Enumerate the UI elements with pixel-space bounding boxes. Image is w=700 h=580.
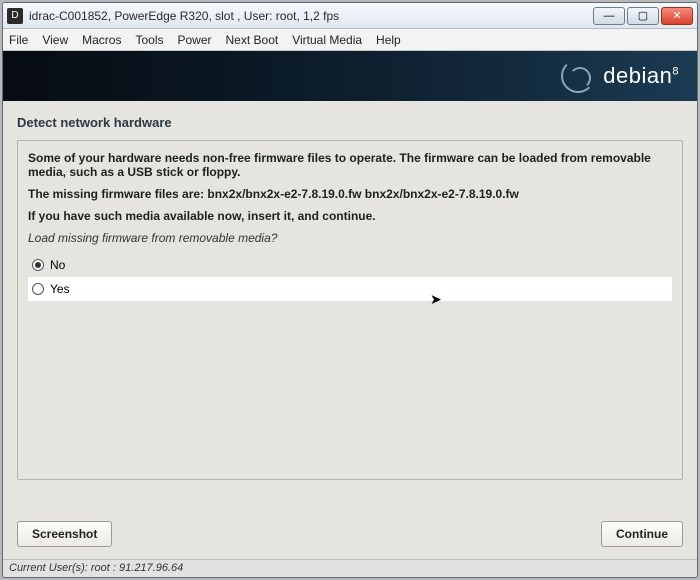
content-area: debian8 Detect network hardware Some of …	[3, 51, 697, 559]
menu-next-boot[interactable]: Next Boot	[226, 33, 279, 47]
brand-logo: debian8	[561, 59, 679, 93]
prompt-bold: If you have such media available now, in…	[28, 209, 672, 223]
statusbar: Current User(s): root : 91.217.96.64	[3, 559, 697, 577]
radio-yes-icon	[32, 283, 44, 295]
menubar: File View Macros Tools Power Next Boot V…	[3, 29, 697, 51]
menu-power[interactable]: Power	[178, 33, 212, 47]
debian-swirl-icon	[561, 59, 595, 93]
missing-firmware-line: The missing firmware files are: bnx2x/bn…	[28, 187, 672, 201]
prompt-question: Load missing firmware from removable med…	[28, 231, 672, 245]
option-no-label: No	[50, 258, 65, 272]
menu-help[interactable]: Help	[376, 33, 401, 47]
menu-file[interactable]: File	[9, 33, 28, 47]
option-yes-label: Yes	[50, 282, 70, 296]
menu-view[interactable]: View	[42, 33, 68, 47]
continue-button[interactable]: Continue	[601, 521, 683, 547]
window-title: idrac-C001852, PowerEdge R320, slot , Us…	[29, 9, 591, 23]
minimize-button[interactable]: —	[593, 7, 625, 25]
content-panel: Some of your hardware needs non-free fir…	[17, 140, 683, 480]
radio-no-icon	[32, 259, 44, 271]
menu-virtual-media[interactable]: Virtual Media	[292, 33, 362, 47]
maximize-button[interactable]: ▢	[627, 7, 659, 25]
titlebar[interactable]: D idrac-C001852, PowerEdge R320, slot , …	[3, 3, 697, 29]
button-bar: Screenshot Continue	[17, 521, 683, 547]
close-button[interactable]: ✕	[661, 7, 693, 25]
menu-tools[interactable]: Tools	[135, 33, 163, 47]
close-icon: ✕	[672, 9, 681, 22]
maximize-icon: ▢	[638, 9, 648, 22]
minimize-icon: —	[604, 10, 615, 22]
option-no[interactable]: No	[28, 253, 672, 277]
option-yes[interactable]: Yes	[28, 277, 672, 301]
page-title: Detect network hardware	[17, 115, 683, 130]
menu-macros[interactable]: Macros	[82, 33, 121, 47]
app-window: D idrac-C001852, PowerEdge R320, slot , …	[2, 2, 698, 578]
installer-page: Detect network hardware Some of your har…	[3, 101, 697, 480]
banner: debian8	[3, 51, 697, 101]
brand-text: debian8	[603, 63, 679, 89]
app-icon: D	[7, 8, 23, 24]
screenshot-button[interactable]: Screenshot	[17, 521, 112, 547]
paragraph-intro: Some of your hardware needs non-free fir…	[28, 151, 672, 179]
